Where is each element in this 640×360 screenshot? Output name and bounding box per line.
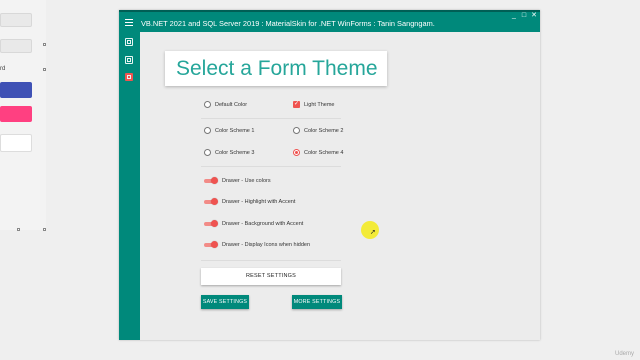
designer-blue-button[interactable] xyxy=(0,82,32,98)
maximize-icon[interactable]: □ xyxy=(520,12,528,20)
divider xyxy=(201,118,341,119)
toggle-label: Drawer - Background with Accent xyxy=(222,220,304,227)
radio-circle-selected[interactable] xyxy=(293,149,300,156)
header-card: Select a Form Theme xyxy=(165,51,387,86)
color-scheme-label: Color Scheme 4 xyxy=(304,149,344,156)
toggle-switch[interactable] xyxy=(204,198,218,205)
mouse-pointer-icon: ➚ xyxy=(370,229,376,236)
color-scheme-3-radio[interactable]: Color Scheme 3 xyxy=(204,149,254,156)
reset-settings-button[interactable]: RESET SETTINGS xyxy=(201,268,341,285)
drawer-display-icons-toggle[interactable]: Drawer - Display Icons when hidden xyxy=(204,241,310,248)
designer-textbox xyxy=(0,39,32,53)
title-bar-top-strip xyxy=(119,10,540,12)
hamburger-menu-icon[interactable] xyxy=(125,19,133,26)
toggle-switch[interactable] xyxy=(204,241,218,248)
toggle-switch[interactable] xyxy=(204,177,218,184)
checkmark-icon[interactable]: ✓ xyxy=(293,101,300,108)
divider xyxy=(201,166,341,167)
title-bar[interactable]: VB.NET 2021 and SQL Server 2019 : Materi… xyxy=(119,10,540,32)
drawer-highlight-accent-toggle[interactable]: Drawer - Highlight with Accent xyxy=(204,198,295,205)
drawer-background-accent-toggle[interactable]: Drawer - Background with Accent xyxy=(204,220,303,227)
drawer-item-selected-icon[interactable] xyxy=(125,73,133,81)
resize-handle[interactable] xyxy=(43,68,46,71)
toggle-label: Drawer - Highlight with Accent xyxy=(222,198,296,205)
color-scheme-label: Color Scheme 1 xyxy=(215,127,255,134)
designer-background-panel: rd xyxy=(0,0,46,231)
page-title: Select a Form Theme xyxy=(176,57,378,80)
watermark: Udemy xyxy=(614,351,634,357)
save-settings-button[interactable]: SAVE SETTINGS xyxy=(201,295,249,309)
color-scheme-1-radio[interactable]: Color Scheme 1 xyxy=(204,127,254,134)
navigation-drawer xyxy=(119,32,140,340)
drawer-item-copy-icon[interactable] xyxy=(125,38,133,46)
toggle-label: Drawer - Use colors xyxy=(222,177,271,184)
radio-circle[interactable] xyxy=(204,101,211,108)
designer-label: rd xyxy=(0,66,6,72)
designer-white-panel xyxy=(0,134,32,152)
color-scheme-label: Color Scheme 2 xyxy=(304,127,344,134)
divider xyxy=(201,260,341,261)
minimize-icon[interactable]: _ xyxy=(510,12,518,20)
color-scheme-label: Color Scheme 3 xyxy=(215,149,255,156)
light-theme-checkbox[interactable]: ✓ Light Theme xyxy=(293,101,334,108)
close-icon[interactable]: ✕ xyxy=(530,12,538,20)
resize-handle[interactable] xyxy=(17,228,20,231)
color-scheme-2-radio[interactable]: Color Scheme 2 xyxy=(293,127,343,134)
toggle-label: Drawer - Display Icons when hidden xyxy=(222,241,311,248)
resize-handle[interactable] xyxy=(43,43,46,46)
radio-circle[interactable] xyxy=(293,127,300,134)
light-theme-label: Light Theme xyxy=(304,101,335,108)
radio-circle[interactable] xyxy=(204,127,211,134)
resize-handle[interactable] xyxy=(43,228,46,231)
color-scheme-4-radio[interactable]: Color Scheme 4 xyxy=(293,149,343,156)
designer-pink-button[interactable] xyxy=(0,106,32,122)
more-settings-button[interactable]: MORE SETTINGS xyxy=(292,295,342,309)
radio-circle[interactable] xyxy=(204,149,211,156)
window-title: VB.NET 2021 and SQL Server 2019 : Materi… xyxy=(141,19,435,28)
default-color-radio[interactable]: Default Color xyxy=(204,101,247,108)
toggle-switch[interactable] xyxy=(204,220,218,227)
designer-textbox xyxy=(0,13,32,27)
drawer-item-image-icon[interactable] xyxy=(125,56,133,64)
drawer-use-colors-toggle[interactable]: Drawer - Use colors xyxy=(204,177,271,184)
default-color-label: Default Color xyxy=(215,101,248,108)
